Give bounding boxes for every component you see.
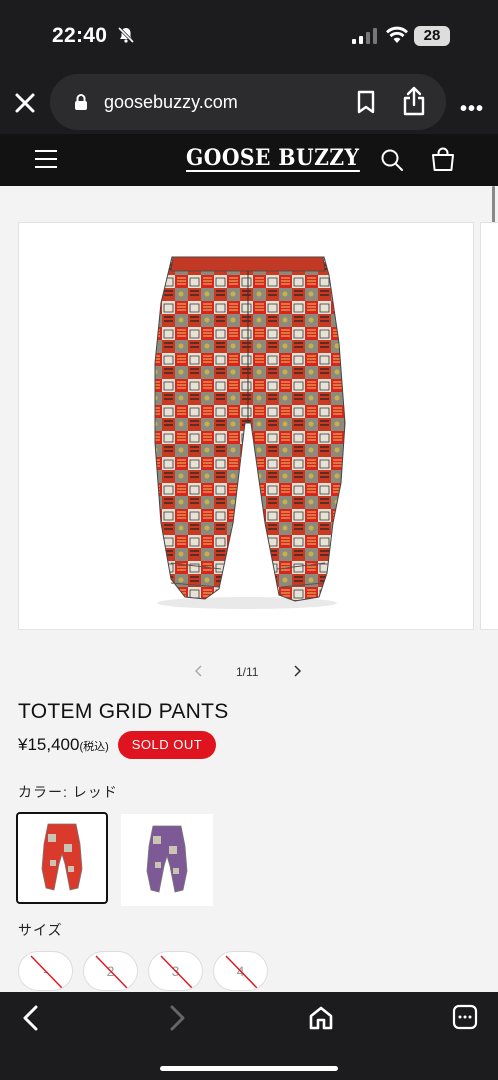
home-indicator [160, 1066, 338, 1071]
swatch-red-thumbnail [41, 823, 83, 891]
product-image-gallery[interactable] [18, 222, 474, 630]
bell-muted-icon [117, 26, 135, 49]
tabs-icon[interactable] [452, 1004, 478, 1035]
status-time: 22:40 [52, 24, 108, 47]
next-image-peek[interactable] [480, 222, 498, 630]
tax-note: (税込) [79, 741, 109, 753]
color-swatch-purple[interactable] [121, 814, 213, 906]
size-option-unavailable[interactable]: 3 [148, 951, 203, 991]
battery-indicator: 28 [414, 26, 450, 46]
back-arrow-icon[interactable] [20, 1004, 44, 1037]
size-label: サイズ [18, 922, 63, 938]
size-option-unavailable[interactable]: 2 [83, 951, 138, 991]
gallery-pager: 1/11 [0, 662, 498, 682]
more-options-icon[interactable]: ••• [460, 98, 484, 121]
chevron-right-icon[interactable] [292, 664, 302, 683]
size-option-unavailable[interactable]: - [18, 951, 73, 991]
browser-toolbar: goosebuzzy.com ••• [0, 72, 498, 134]
share-icon[interactable] [402, 86, 426, 121]
product-image-pants [154, 256, 346, 609]
sold-out-badge: SOLD OUT [118, 731, 216, 759]
menu-icon[interactable] [34, 148, 58, 175]
chevron-left-icon[interactable] [194, 664, 204, 683]
unavailable-slash-icon [225, 955, 258, 989]
cellular-signal-icon [352, 28, 378, 49]
unavailable-slash-icon [160, 955, 193, 989]
color-swatch-red[interactable] [16, 812, 108, 904]
product-title: TOTEM GRID PANTS [18, 700, 229, 723]
site-logo[interactable]: GOOSE BUZZY [186, 146, 360, 172]
swatch-purple-thumbnail [146, 825, 188, 893]
size-option-unavailable[interactable]: 4 [213, 951, 268, 991]
status-bar: 22:40 28 [0, 0, 498, 72]
url-text: goosebuzzy.com [104, 92, 238, 112]
gallery-counter: 1/11 [236, 665, 259, 679]
wifi-icon [386, 26, 408, 49]
cart-icon[interactable] [430, 147, 456, 178]
home-icon[interactable] [308, 1004, 334, 1037]
address-bar[interactable]: goosebuzzy.com [50, 74, 446, 130]
unavailable-slash-icon [30, 955, 63, 989]
search-icon[interactable] [380, 148, 404, 177]
price-amount: ¥15,400 [18, 735, 80, 754]
close-icon[interactable] [12, 90, 38, 121]
bookmark-icon[interactable] [356, 90, 376, 119]
color-label: カラー: レッド [18, 784, 118, 800]
forward-arrow-icon[interactable] [164, 1004, 188, 1037]
lock-icon [74, 93, 88, 116]
unavailable-slash-icon [95, 955, 128, 989]
product-price: ¥15,400(税込) [18, 735, 109, 755]
site-header: GOOSE BUZZY [0, 134, 498, 186]
